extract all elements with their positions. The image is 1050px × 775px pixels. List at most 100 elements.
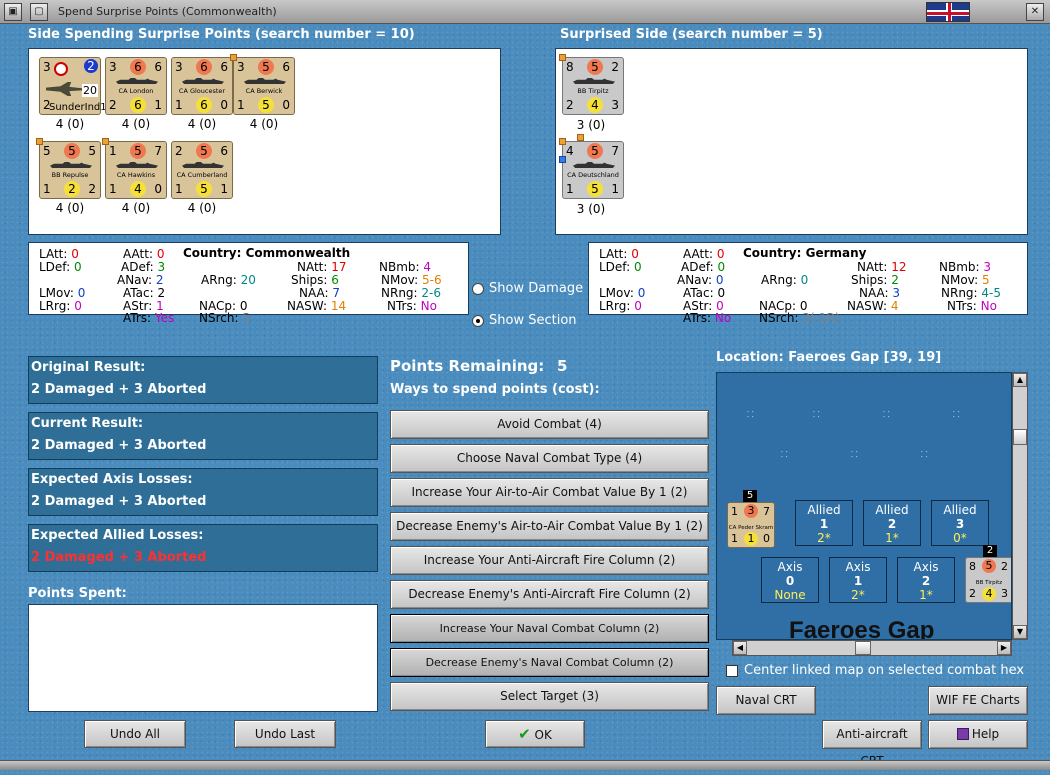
scroll-left-icon[interactable]: ◀ bbox=[733, 641, 747, 655]
unit-counter-ca-berwick[interactable]: 3 5 6 CA Berwick 1 5 0 bbox=[230, 54, 295, 115]
unit-value: 6 bbox=[282, 60, 290, 74]
section-number: 0 bbox=[785, 574, 795, 588]
stat-label: ATac: bbox=[123, 286, 154, 300]
unit-value: 7 bbox=[611, 144, 619, 158]
axis-section-1[interactable]: Axis 1 2* bbox=[829, 557, 887, 603]
unit-counter-ca-gloucester[interactable]: 3 6 6 CA Gloucester 1 6 0 bbox=[171, 57, 233, 115]
unit-name: SunderInd1 bbox=[49, 102, 107, 113]
wif-fe-charts-button[interactable]: WIF FE Charts bbox=[928, 686, 1028, 715]
unit-counter-ca-hawkins[interactable]: 1 5 7 CA Hawkins 1 4 0 bbox=[102, 138, 167, 199]
combat-map[interactable]: ⸬ ⸬ ⸬ ⸬ ⸬ ⸬ ⸬ 5 1 3 7 CA Peder Skram 1 1… bbox=[716, 372, 1012, 640]
unit-value: 2 bbox=[611, 60, 619, 74]
wave-icon: ⸬ bbox=[813, 410, 820, 419]
stat-label: LMov: bbox=[39, 286, 74, 300]
section-side: Allied bbox=[807, 503, 841, 517]
unit-counter-ca-cumberland[interactable]: 2 5 6 CA Cumberland 1 5 1 bbox=[171, 141, 233, 199]
stat-label: NAtt: bbox=[297, 260, 328, 274]
surprised-units-panel: 8 5 2 BB Tirpitz 2 4 3 3 (0) 4 5 7 CA De… bbox=[555, 48, 1028, 235]
scroll-right-icon[interactable]: ▶ bbox=[997, 641, 1011, 655]
unit-value: 1 bbox=[237, 98, 245, 112]
unit-counter-ca-london[interactable]: 3 6 6 CA London 2 6 1 bbox=[105, 57, 167, 115]
stat-value: 2-6 bbox=[421, 286, 442, 300]
avoid-combat-button[interactable]: Avoid Combat (4) bbox=[390, 410, 709, 439]
naval-crt-button[interactable]: Naval CRT bbox=[716, 686, 816, 715]
points-spent-label: Points Spent: bbox=[28, 586, 127, 601]
unit-counter-bb-repulse[interactable]: 5 5 5 BB Repulse 1 2 2 bbox=[36, 138, 101, 199]
show-section-label[interactable]: Show Section bbox=[489, 313, 577, 328]
unit-counter-ca-deutschland[interactable]: 4 5 7 CA Deutschland 1 5 1 bbox=[559, 134, 624, 199]
map-unit-peder-skram[interactable]: 1 3 7 CA Peder Skram 1 1 0 bbox=[727, 502, 775, 548]
increase-anti-aircraft-button[interactable]: Increase Your Anti-Aircraft Fire Column … bbox=[390, 546, 709, 575]
scroll-up-icon[interactable]: ▲ bbox=[1013, 373, 1027, 387]
undo-all-button[interactable]: Undo All bbox=[84, 720, 186, 748]
unit-name: CA Gloucester bbox=[178, 87, 226, 95]
unit-value: 5 bbox=[64, 143, 80, 159]
close-icon[interactable]: ✕ bbox=[1026, 3, 1044, 21]
wave-icon: ⸬ bbox=[851, 450, 858, 459]
map-horizontal-scrollbar[interactable]: ◀ ▶ bbox=[732, 640, 1012, 656]
system-menu-icon[interactable]: ▣ bbox=[4, 3, 22, 21]
stat-value: 14 bbox=[330, 299, 347, 313]
stat-value: 3 bbox=[983, 260, 992, 274]
stat-value: No bbox=[980, 299, 997, 313]
restore-icon[interactable]: ▢ bbox=[30, 3, 48, 21]
unit-value: 4 bbox=[587, 97, 603, 113]
allied-section-3[interactable]: Allied 3 0* bbox=[931, 500, 989, 546]
show-damage-radio[interactable] bbox=[472, 283, 484, 295]
ok-button[interactable]: ✔ OK bbox=[485, 720, 585, 748]
unit-value: 5 bbox=[88, 144, 96, 158]
map-unit-bb-tirpitz[interactable]: 8 5 2 BB Tirpitz 2 4 3 bbox=[965, 557, 1011, 603]
unit-value: 0 bbox=[282, 98, 290, 112]
stat-value: 3 bbox=[892, 286, 901, 300]
stat-value: No bbox=[420, 299, 437, 313]
choose-naval-combat-type-button[interactable]: Choose Naval Combat Type (4) bbox=[390, 444, 709, 473]
select-target-button[interactable]: Select Target (3) bbox=[390, 682, 709, 711]
stat-value: 2 bbox=[891, 273, 899, 287]
stat-value: 0 bbox=[717, 260, 726, 274]
unit-value: 1 bbox=[175, 98, 183, 112]
map-vertical-scrollbar[interactable]: ▲ ▼ bbox=[1012, 372, 1028, 640]
section-number: 3 bbox=[955, 517, 965, 531]
show-damage-label[interactable]: Show Damage bbox=[489, 281, 583, 296]
axis-section-0[interactable]: Axis 0 None bbox=[761, 557, 819, 603]
allied-section-1[interactable]: Allied 1 2* bbox=[795, 500, 853, 546]
help-button[interactable]: Help bbox=[928, 720, 1028, 749]
points-spent-list[interactable] bbox=[28, 604, 378, 712]
stat-label: NSrch: bbox=[759, 311, 799, 325]
stat-value: 7 bbox=[332, 286, 341, 300]
stack-count: 5 bbox=[743, 490, 757, 502]
expected-allied-losses-box: Expected Allied Losses: 2 Damaged + 3 Ab… bbox=[28, 524, 378, 572]
increase-air-to-air-button[interactable]: Increase Your Air-to-Air Combat Value By… bbox=[390, 478, 709, 507]
increase-naval-combat-button[interactable]: Increase Your Naval Combat Column (2) bbox=[390, 614, 709, 643]
undo-last-button[interactable]: Undo Last bbox=[234, 720, 336, 748]
section-side: Allied bbox=[943, 503, 977, 517]
scroll-down-icon[interactable]: ▼ bbox=[1013, 625, 1027, 639]
marker-icon bbox=[559, 156, 566, 163]
map-region-name: Faeroes Gap bbox=[789, 617, 935, 640]
unit-counter-aircraft[interactable]: 3 2 20 2 SunderInd1 bbox=[39, 57, 107, 115]
current-result-box: Current Result: 2 Damaged + 3 Aborted bbox=[28, 412, 378, 460]
decrease-enemy-air-to-air-button[interactable]: Decrease Enemy's Air-to-Air Combat Value… bbox=[390, 512, 709, 541]
show-section-radio[interactable] bbox=[472, 315, 484, 327]
allied-section-2[interactable]: Allied 2 1* bbox=[863, 500, 921, 546]
stat-value: Yes bbox=[154, 311, 175, 325]
stat-label: NRng: bbox=[381, 286, 418, 300]
ship-icon bbox=[573, 78, 615, 84]
unit-value: 2 bbox=[88, 182, 96, 196]
unit-counter-bb-tirpitz[interactable]: 8 5 2 BB Tirpitz 2 4 3 bbox=[559, 54, 624, 115]
country-label: Country: bbox=[743, 246, 802, 260]
scroll-thumb[interactable] bbox=[855, 641, 871, 655]
center-linked-map-label[interactable]: Center linked map on selected combat hex bbox=[744, 663, 1024, 678]
scroll-thumb[interactable] bbox=[1013, 429, 1027, 445]
axis-section-2[interactable]: Axis 2 1* bbox=[897, 557, 955, 603]
anti-aircraft-crt-button[interactable]: Anti-aircraft CRT bbox=[822, 720, 922, 768]
decrease-enemy-naval-combat-button[interactable]: Decrease Enemy's Naval Combat Column (2) bbox=[390, 648, 709, 677]
decrease-enemy-anti-aircraft-button[interactable]: Decrease Enemy's Anti-Aircraft Fire Colu… bbox=[390, 580, 709, 609]
stat-label: NAA: bbox=[299, 286, 329, 300]
section-status: 2* bbox=[851, 588, 865, 602]
center-linked-map-checkbox[interactable] bbox=[726, 665, 738, 677]
marker-icon bbox=[559, 54, 566, 61]
stack-count: 2 bbox=[983, 545, 997, 557]
unit-name: CA Hawkins bbox=[116, 171, 156, 179]
stat-label: ADef: bbox=[121, 260, 154, 274]
